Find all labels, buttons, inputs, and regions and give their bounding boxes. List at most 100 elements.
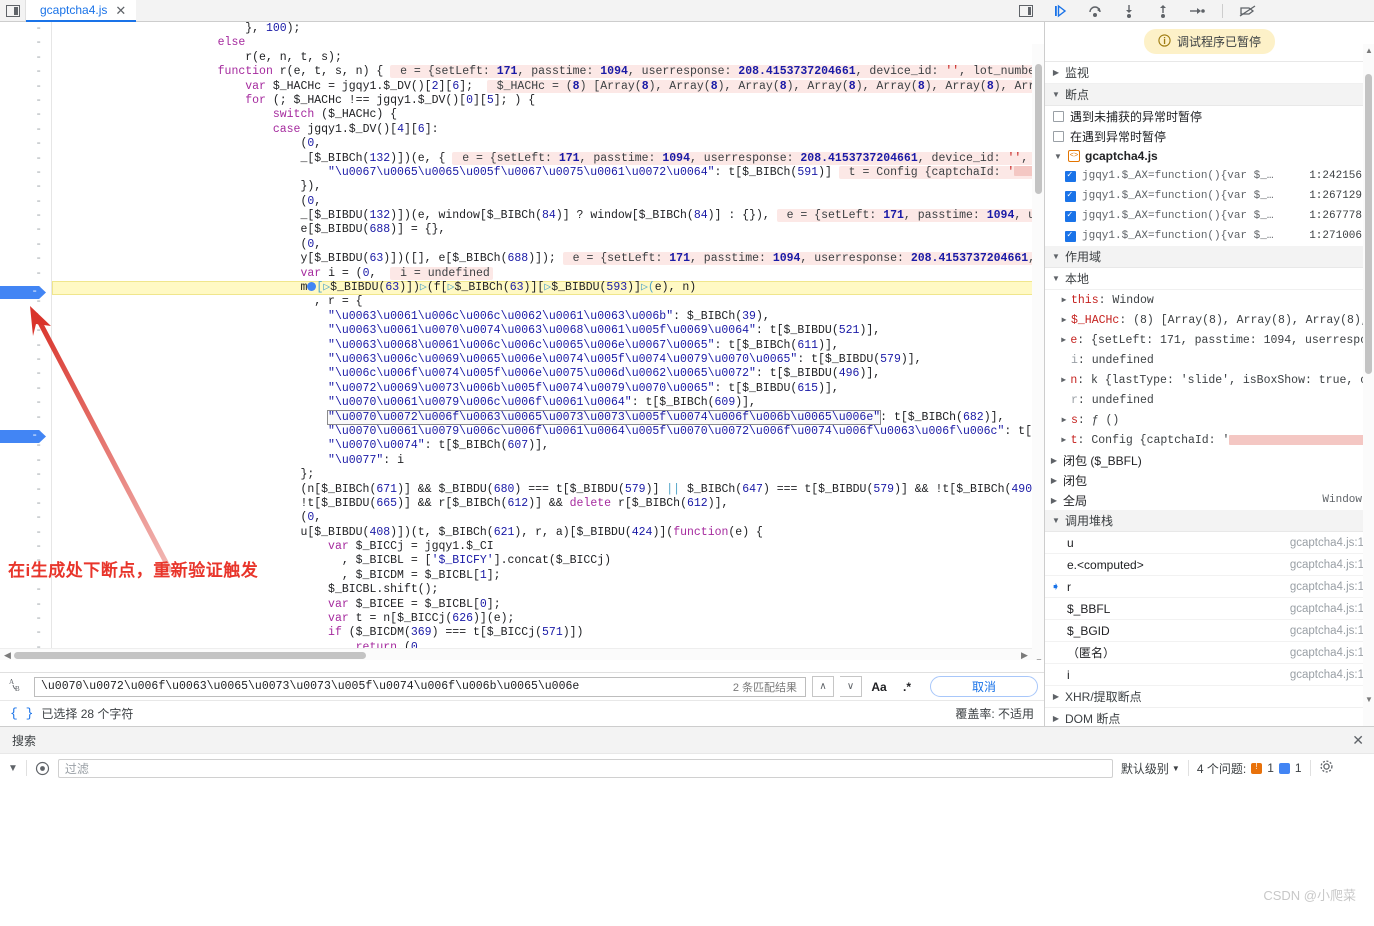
step-out-icon[interactable]	[1152, 2, 1174, 20]
step-into-icon[interactable]	[1118, 2, 1140, 20]
line-number[interactable]: -	[0, 411, 51, 425]
line-number[interactable]: -	[0, 80, 51, 94]
breakpoint-marker[interactable]: -	[0, 286, 46, 299]
closure-scope-row[interactable]: ▶ 全局 Window	[1045, 490, 1374, 510]
call-stack-row[interactable]: $_BBFL gcaptcha4.js:1	[1045, 598, 1374, 620]
editor-horizontal-scrollbar[interactable]: ◀ ▶	[0, 648, 1044, 660]
line-number[interactable]: -	[0, 152, 51, 166]
vertical-scroll-thumb[interactable]	[1035, 64, 1042, 194]
horizontal-scroll-thumb[interactable]	[14, 652, 366, 659]
scope-variable-row[interactable]: ▶ n: k {lastType: 'slide', isBoxShow: tru…	[1045, 370, 1374, 390]
code-line[interactable]: var t = n[$_BICCj(626)](e);	[52, 612, 1044, 626]
code-line[interactable]: "\u0072\u0069\u0073\u006b\u005f\u0074\u0…	[52, 382, 1044, 396]
code-line[interactable]: var $_HACHc = jgqy1.$_DV()[2][6]; $_HACH…	[52, 79, 1044, 94]
find-next-button[interactable]: ∨	[840, 676, 862, 697]
section-local[interactable]: ▼ 本地	[1045, 268, 1374, 290]
line-number[interactable]: -	[0, 497, 51, 511]
editor-vertical-scrollbar[interactable]: ▼	[1032, 44, 1044, 660]
code-line[interactable]: y[$_BIBDU(63)])([], e[$_BIBCh(688)]); e …	[52, 252, 1044, 266]
chevron-right-icon[interactable]: ▶	[1059, 415, 1069, 425]
checkbox[interactable]	[1065, 210, 1076, 222]
scope-variable-row[interactable]: ▶ this: Window	[1045, 290, 1374, 310]
code-line[interactable]: $_BICBL.shift();	[52, 583, 1044, 597]
scroll-down-arrow[interactable]: ▼	[1365, 695, 1373, 704]
line-number[interactable]: -	[0, 108, 51, 122]
close-icon[interactable]: ✕	[115, 4, 126, 17]
code-line-current[interactable]: m [▷$_BIBDU(63)])▷(f[▷$_BIBCh(63)][▷$_BIB…	[52, 281, 1044, 296]
line-number[interactable]: -	[0, 353, 51, 367]
code-line[interactable]: }),	[52, 180, 1044, 194]
file-tab-gcaptcha4[interactable]: gcaptcha4.js ✕	[26, 0, 137, 22]
step-icon[interactable]	[1186, 2, 1208, 20]
line-number[interactable]: -	[0, 626, 51, 640]
line-number[interactable]: -	[0, 51, 51, 65]
console-filter-input[interactable]: 过滤	[57, 758, 1113, 778]
line-number[interactable]: -	[0, 598, 51, 612]
scope-variable-row[interactable]: ▶ s: ƒ ()	[1045, 410, 1374, 430]
line-number[interactable]: -	[0, 382, 51, 396]
line-number[interactable]: -	[0, 511, 51, 525]
scope-variable-row[interactable]: ▶ t: Config {captchaId: '	[1045, 430, 1374, 450]
chevron-right-icon[interactable]: ▶	[1059, 335, 1068, 345]
scope-variable-row[interactable]: r: undefined	[1045, 390, 1374, 410]
debugger-scroll-thumb[interactable]	[1365, 74, 1372, 374]
find-input[interactable]: \u0070\u0072\u006f\u0063\u0065\u0073\u00…	[34, 676, 806, 697]
code-line[interactable]: for (; $_HACHc !== jgqy1.$_DV()[0][5]; )…	[52, 94, 1044, 108]
call-stack-row[interactable]: ➧ r gcaptcha4.js:1	[1045, 576, 1374, 598]
code-line[interactable]: var $_BICEE = $_BICBL[0];	[52, 598, 1044, 612]
checkbox[interactable]	[1053, 130, 1064, 142]
call-stack-row[interactable]: （匿名） gcaptcha4.js:1	[1045, 642, 1374, 664]
code-line[interactable]: else	[52, 36, 1044, 50]
code-line[interactable]: (0,	[52, 511, 1044, 525]
scroll-down-arrow[interactable]: ▼	[1035, 657, 1043, 660]
cancel-button[interactable]: 取消	[930, 676, 1038, 697]
code-line[interactable]: u[$_BIBDU(408)])(t, $_BIBCh(621), r, a)[…	[52, 526, 1044, 540]
pretty-print-icon[interactable]: { }	[10, 706, 33, 721]
chevron-down-icon[interactable]: ▼	[8, 763, 18, 774]
code-line[interactable]: "\u006c\u006f\u0074\u005f\u006e\u0075\u0…	[52, 367, 1044, 381]
log-level-selector[interactable]: 默认级别 ▼	[1121, 760, 1180, 777]
line-number[interactable]: -	[0, 209, 51, 223]
code-line[interactable]: (0,	[52, 137, 1044, 151]
section-breakpoints[interactable]: ▼ 断点	[1045, 84, 1374, 106]
call-stack-row[interactable]: e.<computed> gcaptcha4.js:1	[1045, 554, 1374, 576]
code-line[interactable]: "\u0067\u0065\u0065\u005f\u0067\u0075\u0…	[52, 165, 1044, 180]
line-number[interactable]: -	[0, 195, 51, 209]
code-line[interactable]: r(e, n, t, s);	[52, 51, 1044, 65]
section-call-stack[interactable]: ▼ 调用堆栈	[1045, 510, 1374, 532]
line-number[interactable]: -	[0, 65, 51, 79]
line-number[interactable]: -	[0, 223, 51, 237]
line-number[interactable]: -	[0, 22, 51, 36]
code-line[interactable]: !t[$_BIBDU(665)] && r[$_BIBCh(612)] && d…	[52, 497, 1044, 511]
code-line[interactable]: var $_BICCj = jgqy1.$_CI	[52, 540, 1044, 554]
drawer-tab-search[interactable]: 搜索	[4, 732, 44, 749]
chevron-right-icon[interactable]: ▶	[1059, 435, 1069, 445]
line-number[interactable]: -	[0, 267, 51, 281]
chevron-right-icon[interactable]: ▶	[1059, 375, 1068, 385]
regex-toggle[interactable]: .*	[896, 677, 918, 697]
code-line[interactable]: "\u0063\u0061\u006c\u006c\u0062\u0061\u0…	[52, 310, 1044, 324]
code-line[interactable]: }, 100);	[52, 22, 1044, 36]
line-number[interactable]: -	[0, 180, 51, 194]
code-line[interactable]: "\u0063\u0061\u0070\u0074\u0063\u0068\u0…	[52, 324, 1044, 338]
line-number[interactable]: -	[0, 483, 51, 497]
breakpoint-file-row[interactable]: ▼ <> gcaptcha4.js	[1045, 146, 1374, 166]
code-line[interactable]: (0,	[52, 195, 1044, 209]
find-previous-button[interactable]: ∧	[812, 676, 834, 697]
line-number[interactable]: -	[0, 612, 51, 626]
line-number[interactable]: -	[0, 540, 51, 554]
code-line[interactable]: "\u0063\u0068\u0061\u006c\u006c\u0065\u0…	[52, 339, 1044, 353]
breakpoint-row[interactable]: jgqy1.$_AX=function(){var $_HB…1:267129	[1045, 186, 1374, 206]
line-number[interactable]: -	[0, 310, 51, 324]
scope-variable-row[interactable]: i: undefined	[1045, 350, 1374, 370]
line-number[interactable]: -	[0, 238, 51, 252]
line-number[interactable]: -	[0, 583, 51, 597]
code-line[interactable]: _[$_BIBCh(132)])(e, { e = {setLeft: 171,…	[52, 151, 1044, 166]
code-line[interactable]: "\u0070\u0061\u0079\u006c\u006f\u0061\u0…	[52, 396, 1044, 410]
call-stack-row[interactable]: $_BGID gcaptcha4.js:1	[1045, 620, 1374, 642]
line-number[interactable]: -	[0, 36, 51, 50]
resume-script-icon[interactable]	[1050, 2, 1072, 20]
call-stack-row[interactable]: i gcaptcha4.js:1	[1045, 664, 1374, 686]
breakpoint-marker[interactable]: -	[0, 430, 46, 443]
code-line[interactable]: case jgqy1.$_DV()[4][6]:	[52, 123, 1044, 137]
